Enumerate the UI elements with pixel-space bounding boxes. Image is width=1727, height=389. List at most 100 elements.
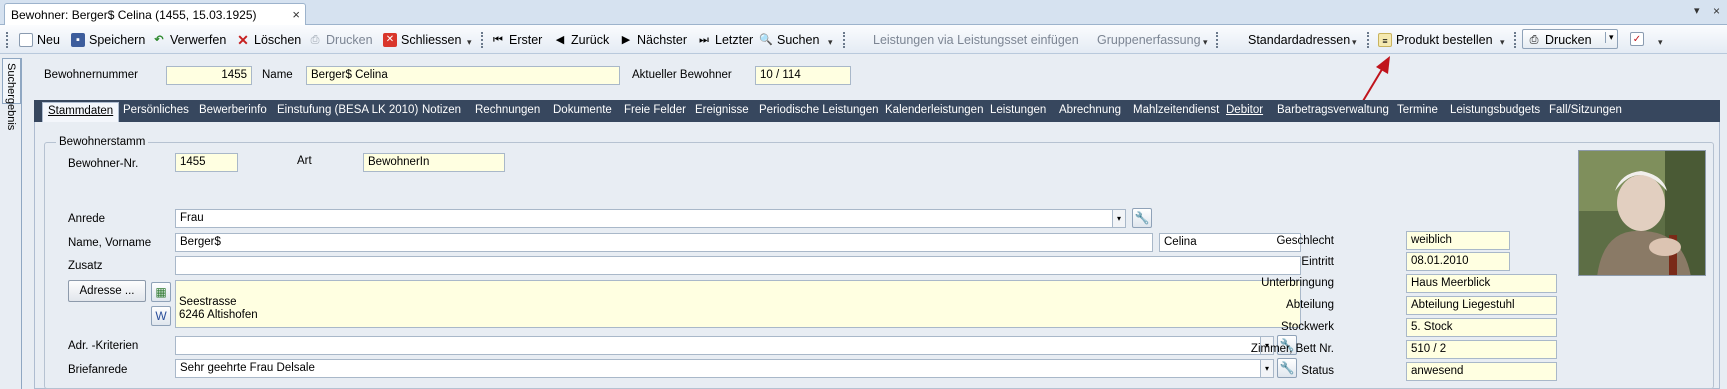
tab-debitor[interactable]: Debitor [1226, 104, 1263, 116]
search-icon: 🔍 [759, 34, 773, 46]
side-tab-suchergebnis[interactable]: Suchergebnis [2, 58, 21, 130]
toolbar-grip[interactable] [1367, 32, 1370, 48]
art-field[interactable]: BewohnerIn [363, 153, 505, 172]
tab-bewerberinfo[interactable]: Bewerberinfo [199, 104, 267, 116]
tab-freie-felder[interactable]: Freie Felder [624, 104, 686, 116]
standardadressen-button[interactable]: Standardadressen [1248, 32, 1350, 48]
bewohnernummer-field[interactable]: 1455 [166, 66, 252, 85]
print-button-disabled[interactable]: ⎙ Drucken [308, 32, 373, 48]
toolbar-grip[interactable] [1216, 32, 1219, 48]
tab-ereignisse[interactable]: Ereignisse [695, 104, 749, 116]
close-icon[interactable]: × [1713, 4, 1720, 18]
tab-fall-sitzungen[interactable]: Fall/Sitzungen [1549, 104, 1622, 116]
tab-notizen[interactable]: Notizen [422, 104, 461, 116]
adresse-field[interactable]: Seestrasse 6246 Altishofen [175, 280, 1301, 328]
product-list-icon: ≡ [1378, 33, 1392, 47]
tab-leistungsbudgets[interactable]: Leistungsbudgets [1450, 104, 1540, 116]
print-button[interactable]: ⎙ Drucken [1527, 32, 1592, 48]
overflow-dropdown-icon[interactable]: ▾ [1352, 37, 1357, 48]
word-document-icon[interactable]: W [151, 306, 171, 326]
adresse-button[interactable]: Adresse ... [68, 280, 146, 302]
zusatz-label: Zusatz [68, 260, 103, 272]
briefanrede-select[interactable]: Sehr geehrte Frau Delsale ▾ [175, 359, 1274, 378]
chevron-down-icon[interactable]: ▾ [1694, 4, 1700, 17]
chevron-down-icon[interactable]: ▾ [1112, 210, 1125, 227]
toolbar-grip[interactable] [843, 32, 846, 48]
new-document-icon [19, 33, 33, 47]
adresse-line2: 6246 Altishofen [179, 309, 258, 321]
toolbar-grip[interactable] [6, 32, 9, 48]
delete-x-icon: ✕ [237, 32, 249, 48]
anrede-select[interactable]: Frau ▾ [175, 209, 1126, 228]
save-icon: ▪ [71, 33, 85, 47]
new-button[interactable]: Neu [19, 32, 60, 48]
close-icon[interactable]: × [292, 7, 300, 22]
leistungsset-button[interactable]: Leistungen via Leistungsset einfügen [873, 32, 1079, 48]
next-button[interactable]: ▶ Nächster [619, 32, 687, 48]
overflow-dropdown-icon[interactable]: ▾ [1500, 37, 1505, 48]
tab-rechnungen[interactable]: Rechnungen [475, 104, 540, 116]
tab-termine[interactable]: Termine [1397, 104, 1438, 116]
unterbringung-field[interactable]: Haus Meerblick [1406, 274, 1557, 293]
print-split-button[interactable]: ⎙ Drucken ▾ [1522, 29, 1618, 49]
print-dropdown-icon[interactable]: ▾ [1605, 32, 1614, 43]
art-label: Art [297, 155, 312, 167]
zimmer-bett-field[interactable]: 510 / 2 [1406, 340, 1557, 359]
tab-barbetragsverwaltung[interactable]: Barbetragsverwaltung [1277, 104, 1389, 116]
delete-button[interactable]: ✕ Löschen [236, 32, 301, 48]
tab-kalenderleistungen[interactable]: Kalenderleistungen [885, 104, 983, 116]
address-card-icon[interactable]: ▦ [151, 282, 171, 302]
produkt-bestellen-button[interactable]: ≡ Produkt bestellen [1378, 32, 1493, 48]
tab-abrechnung[interactable]: Abrechnung [1059, 104, 1121, 116]
status-field[interactable]: anwesend [1406, 362, 1557, 381]
bewohner-nr-field[interactable]: 1455 [175, 153, 238, 172]
adr-kriterien-label: Adr. -Kriterien [68, 340, 139, 352]
briefanrede-label: Briefanrede [68, 364, 128, 376]
anrede-label: Anrede [68, 213, 106, 225]
overflow-dropdown-icon[interactable]: ▾ [1658, 37, 1663, 48]
geschlecht-field[interactable]: weiblich [1406, 231, 1510, 250]
close-record-button[interactable]: ✕ Schliessen [383, 32, 461, 48]
tab-persoenliches[interactable]: Persönliches [123, 104, 189, 116]
adr-kriterien-select[interactable]: ▾ [175, 336, 1274, 355]
adresse-line1: Seestrasse [179, 296, 237, 308]
bewohnernummer-label: Bewohnernummer [44, 69, 138, 81]
previous-button[interactable]: ◀ Zurück [553, 32, 609, 48]
first-record-icon: ⏮ [493, 34, 503, 46]
search-button[interactable]: 🔍 Suchen [759, 32, 819, 48]
toolbar-grip[interactable] [1514, 32, 1517, 48]
overflow-dropdown-icon[interactable]: ▾ [1203, 37, 1208, 48]
zimmer-bett-label: Zimmer, Bett Nr. [1250, 343, 1334, 355]
name-field[interactable]: Berger$ Celina [306, 66, 620, 85]
document-tabstrip: Bewohner: Berger$ Celina (1455, 15.03.19… [0, 0, 1727, 25]
discard-button[interactable]: ↶ Verwerfen [152, 32, 226, 48]
eintritt-field[interactable]: 08.01.2010 [1406, 252, 1510, 271]
nav-tabbar: Stammdaten Persönliches Bewerberinfo Ein… [34, 100, 1720, 122]
first-button[interactable]: ⏮ Erster [491, 32, 542, 48]
tab-stammdaten[interactable]: Stammdaten [42, 102, 120, 122]
checklist-icon[interactable]: ✓ [1630, 32, 1644, 46]
toolbar-grip[interactable] [481, 32, 484, 48]
tab-periodische-leistungen[interactable]: Periodische Leistungen [759, 104, 879, 116]
abteilung-field[interactable]: Abteilung Liegestuhl [1406, 296, 1557, 315]
group-title: Bewohnerstamm [56, 136, 149, 148]
stockwerk-field[interactable]: 5. Stock [1406, 318, 1557, 337]
tab-leistungen[interactable]: Leistungen [990, 104, 1046, 116]
save-button[interactable]: ▪ Speichern [71, 32, 145, 48]
wrench-icon[interactable]: 🔧 [1132, 208, 1152, 228]
zusatz-input[interactable] [175, 256, 1301, 275]
overflow-dropdown-icon[interactable]: ▾ [467, 37, 472, 48]
resident-photo[interactable] [1578, 150, 1706, 276]
unterbringung-label: Unterbringung [1261, 277, 1334, 289]
geschlecht-label: Geschlecht [1276, 235, 1334, 247]
printer-icon: ⎙ [310, 34, 320, 46]
tab-dokumente[interactable]: Dokumente [553, 104, 612, 116]
last-button[interactable]: ⏭ Letzter [697, 32, 753, 48]
name-input[interactable]: Berger$ [175, 233, 1153, 252]
overflow-dropdown-icon[interactable]: ▾ [828, 37, 833, 48]
document-tab[interactable]: Bewohner: Berger$ Celina (1455, 15.03.19… [4, 3, 306, 25]
tab-mahlzeitendienst[interactable]: Mahlzeitendienst [1133, 104, 1219, 116]
gruppenerfassung-button[interactable]: Gruppenerfassung [1097, 32, 1201, 48]
tab-einstufung[interactable]: Einstufung (BESA LK 2010) [277, 104, 418, 116]
document-tab-title: Bewohner: Berger$ Celina (1455, 15.03.19… [11, 8, 257, 22]
